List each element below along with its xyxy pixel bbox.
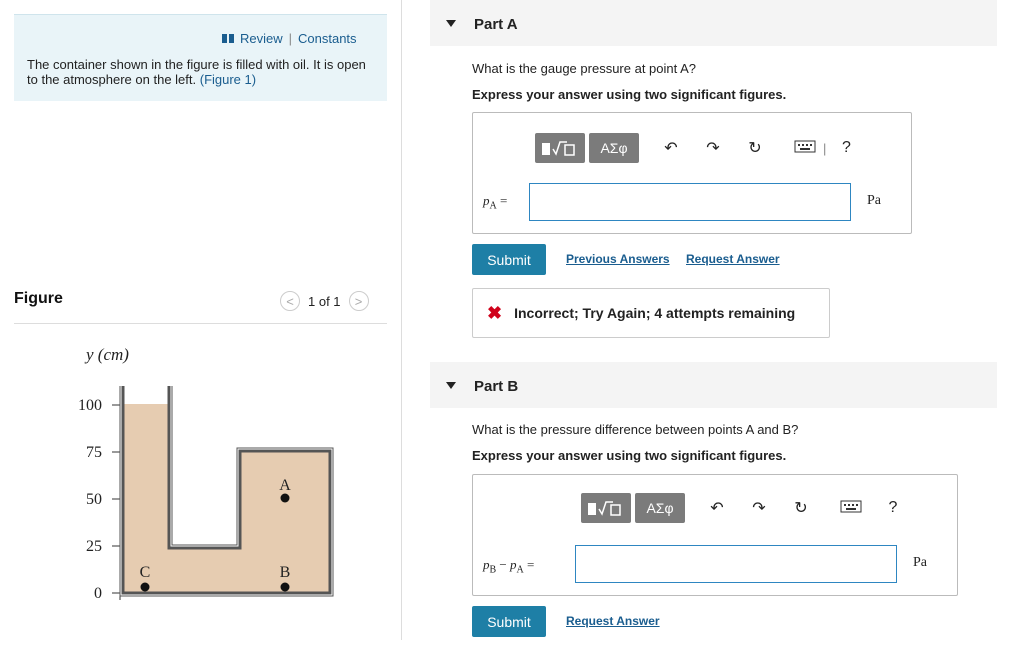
redo-icon[interactable]: ↷ <box>703 138 723 158</box>
point-c-label: C <box>140 564 151 581</box>
oil-fill <box>123 404 330 593</box>
figure-link[interactable]: (Figure 1) <box>200 72 256 87</box>
book-icon <box>222 34 234 43</box>
error-x-icon: ✖ <box>487 302 503 323</box>
problem-text: The container shown in the figure is fil… <box>27 57 367 87</box>
pb-sub: B <box>489 564 497 576</box>
pa-label: pA = <box>483 193 507 212</box>
figure-heading: Figure <box>14 290 63 307</box>
intro-panel: Review | Constants The container shown i… <box>14 14 387 101</box>
help-button[interactable]: ? <box>836 139 856 157</box>
template-icon <box>542 141 575 156</box>
part-a-submit-button[interactable]: Submit <box>472 244 546 275</box>
template-icon <box>588 501 621 516</box>
separator: | <box>288 31 293 46</box>
part-b-submit-button[interactable]: Submit <box>472 606 546 637</box>
feedback-text: Incorrect; Try Again; 4 attempts remaini… <box>514 305 796 321</box>
part-a-toolbar: ΑΣφ ↶ ↷ ↻ | ? <box>535 133 856 163</box>
point-c <box>140 582 150 592</box>
symbols-button[interactable]: ΑΣφ <box>635 493 685 523</box>
part-a-request-answer-link[interactable]: Request Answer <box>686 252 780 266</box>
part-b-unit: Pa <box>913 555 927 570</box>
part-b-request-answer-link[interactable]: Request Answer <box>566 614 660 628</box>
tick-label-0: 0 <box>94 585 102 602</box>
keyboard-icon[interactable] <box>793 139 817 158</box>
review-link[interactable]: Review <box>240 31 283 46</box>
next-figure-button[interactable]: > <box>348 291 369 311</box>
point-a <box>280 493 290 503</box>
previous-answers-link[interactable]: Previous Answers <box>566 252 670 266</box>
redo-icon[interactable]: ↷ <box>749 498 769 518</box>
part-b-toolbar: ΑΣφ ↶ ↷ ↻ ? <box>581 493 903 523</box>
keyboard-icon[interactable] <box>839 499 863 518</box>
prev-figure-button[interactable]: < <box>280 291 300 311</box>
reset-icon[interactable]: ↻ <box>745 138 765 158</box>
pa-sub2: A <box>516 564 524 576</box>
pager-count: 1 of 1 <box>308 293 341 309</box>
pb-equals: = <box>527 557 535 572</box>
point-b <box>280 582 290 592</box>
part-a-instruction: Express your answer using two significan… <box>472 87 787 102</box>
toolbar-separator: | <box>823 140 827 156</box>
collapse-triangle-icon <box>446 382 456 389</box>
part-b-answer-box: ΑΣφ ↶ ↷ ↻ ? pB − pA = Pa <box>472 474 958 596</box>
template-button[interactable] <box>581 493 631 523</box>
pb-minus: − <box>499 557 507 572</box>
symbols-button[interactable]: ΑΣφ <box>589 133 639 163</box>
tick-label-75: 75 <box>86 444 102 461</box>
tick-label-50: 50 <box>86 491 102 508</box>
tick-label-25: 25 <box>86 538 102 555</box>
container-figure: y (cm) 100 75 50 25 0 A B C <box>78 345 334 602</box>
undo-icon[interactable]: ↶ <box>661 138 681 158</box>
pa-equals: = <box>499 193 508 208</box>
part-b-instruction: Express your answer using two significan… <box>472 448 787 463</box>
pa-sub: A <box>489 200 497 212</box>
collapse-triangle-icon <box>446 20 456 27</box>
undo-icon[interactable]: ↶ <box>707 498 727 518</box>
part-b-header[interactable]: Part B <box>430 362 997 408</box>
review-constants-bar: Review | Constants <box>222 31 357 46</box>
help-button[interactable]: ? <box>883 499 903 517</box>
part-b-title: Part B <box>474 378 519 395</box>
column-divider <box>401 0 402 640</box>
point-a-label: A <box>279 477 291 494</box>
part-a-answer-input[interactable] <box>529 183 851 221</box>
pb-pa-label: pB − pA = <box>483 557 534 576</box>
part-a-unit: Pa <box>867 193 881 208</box>
y-axis-label: y (cm) <box>84 345 129 364</box>
constants-link[interactable]: Constants <box>298 31 357 46</box>
point-b-label: B <box>280 564 291 581</box>
reset-icon[interactable]: ↻ <box>791 498 811 518</box>
part-b-question: What is the pressure difference between … <box>472 422 799 437</box>
feedback-box: ✖ Incorrect; Try Again; 4 attempts remai… <box>472 288 830 338</box>
template-button[interactable] <box>535 133 585 163</box>
part-a-answer-box: ΑΣφ ↶ ↷ ↻ | ? pA = Pa <box>472 112 912 234</box>
part-a-question: What is the gauge pressure at point A? <box>472 61 697 76</box>
part-a-title: Part A <box>474 16 518 33</box>
part-b-answer-input[interactable] <box>575 545 897 583</box>
figure-divider <box>14 323 387 324</box>
tick-label-100: 100 <box>78 397 102 414</box>
figure-pager: < 1 of 1 > <box>280 291 369 311</box>
problem-statement: The container shown in the figure is fil… <box>27 57 366 87</box>
part-a-header[interactable]: Part A <box>430 0 997 46</box>
